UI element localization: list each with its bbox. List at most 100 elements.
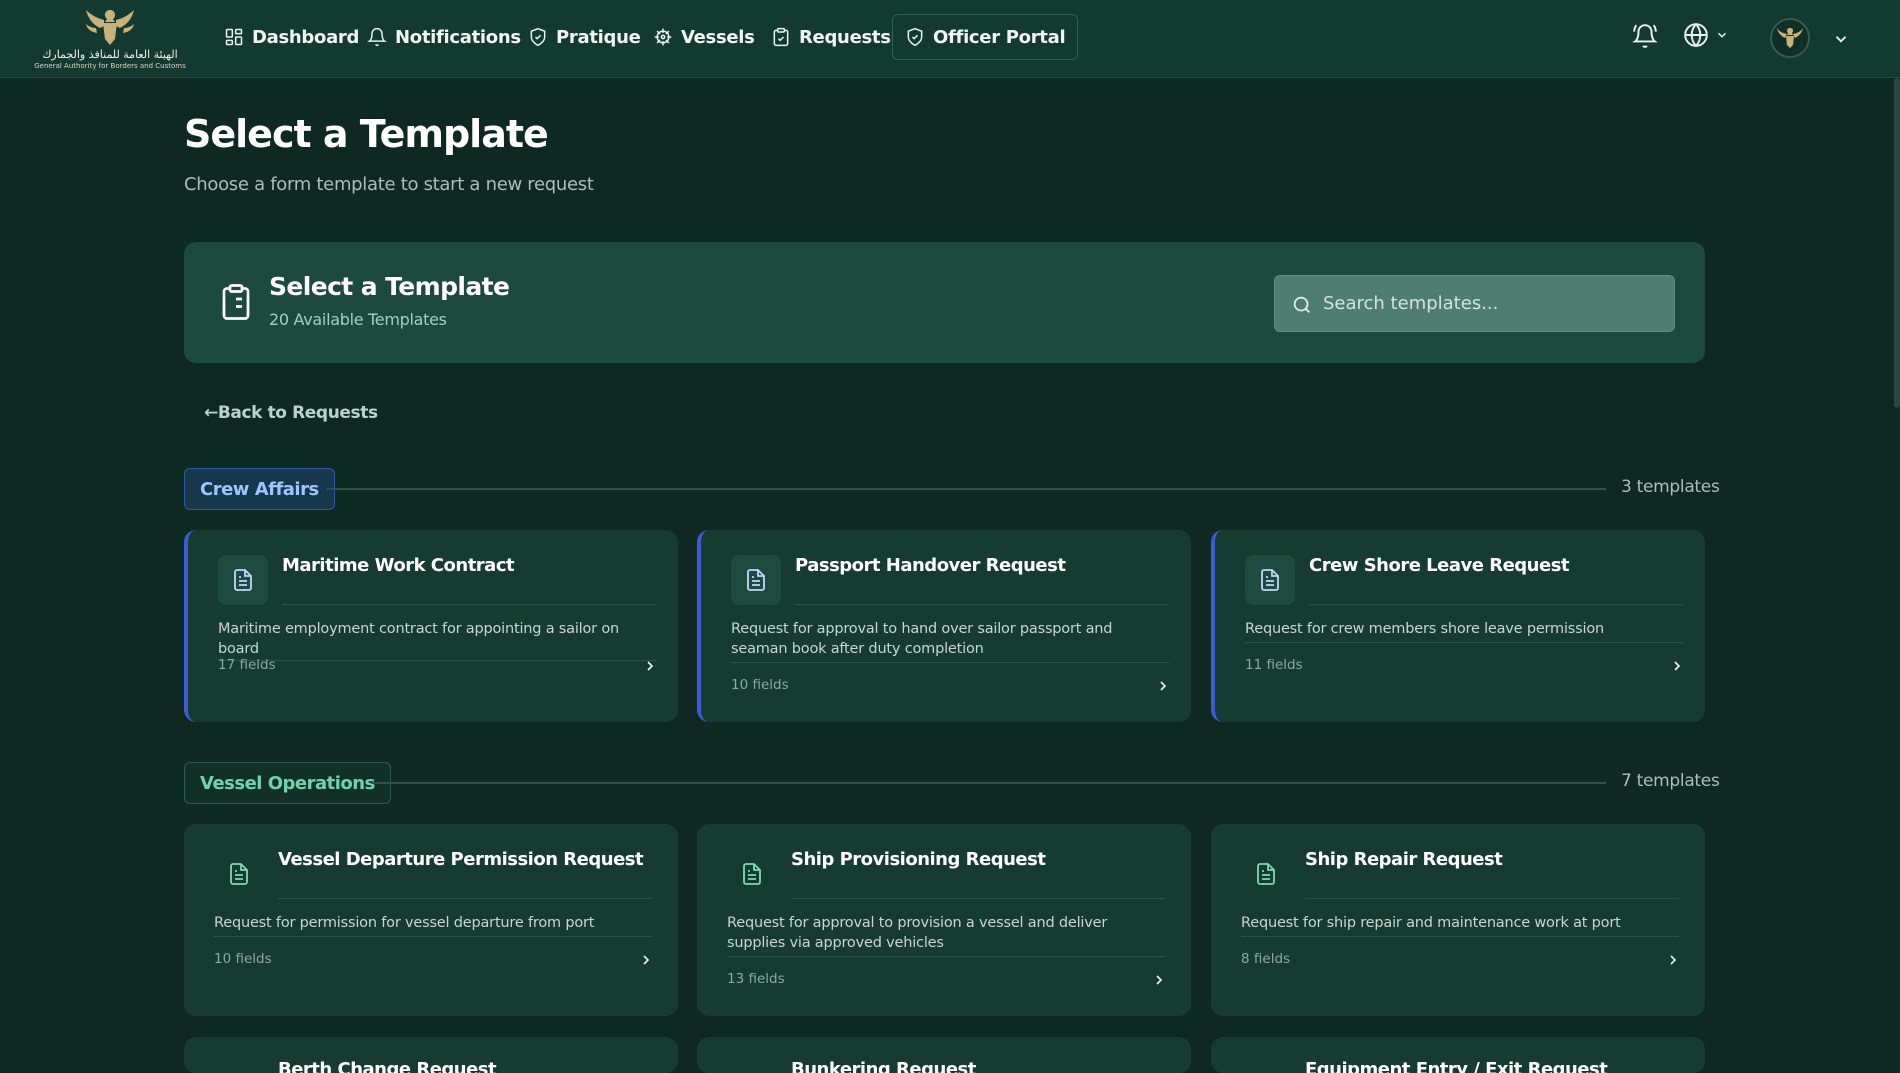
- template-card-maritime-work-contract[interactable]: Maritime Work Contract Maritime employme…: [184, 530, 678, 722]
- brand-arabic-name: الهيئة العامة للمنافذ والجمارك: [42, 48, 178, 61]
- template-description: Request for approval to hand over sailor…: [731, 621, 1113, 657]
- file-text-icon: [1261, 569, 1279, 591]
- template-title: Vessel Departure Permission Request: [278, 849, 644, 870]
- template-description: Request for crew members shore leave per…: [1245, 621, 1604, 637]
- file-text-icon: [747, 569, 765, 591]
- chevron-right-icon: [1670, 955, 1677, 965]
- template-header-card: Select a Template 20 Available Templates: [184, 242, 1705, 363]
- shield-check-icon: [530, 27, 546, 47]
- available-templates-count: 20 Available Templates: [269, 310, 447, 329]
- card-divider: [795, 604, 1169, 605]
- ship-wheel-icon: [654, 28, 672, 46]
- search-box[interactable]: [1274, 275, 1675, 332]
- section-label-vessel-operations: Vessel Operations: [184, 762, 391, 804]
- file-text-icon: [230, 863, 248, 885]
- template-description: Request for approval to provision a vess…: [727, 915, 1108, 951]
- template-icon-wrap: [1245, 555, 1295, 605]
- nav-pratique[interactable]: Pratique: [528, 14, 641, 60]
- template-field-count: 8 fields: [1241, 951, 1291, 967]
- user-menu-chevron-icon[interactable]: [1832, 30, 1850, 48]
- card-divider: [1241, 936, 1679, 937]
- nav-requests[interactable]: Requests: [771, 14, 891, 60]
- template-icon-wrap: [1241, 849, 1291, 899]
- nav-pratique-label: Pratique: [556, 26, 641, 48]
- header-card-title: Select a Template: [269, 272, 510, 301]
- template-icon-wrap: [214, 849, 264, 899]
- section-divider: [327, 488, 1606, 490]
- template-card-crew-shore-leave-request[interactable]: Crew Shore Leave Request Request for cre…: [1211, 530, 1705, 722]
- back-to-requests-link[interactable]: ←Back to Requests: [204, 403, 378, 423]
- chevron-right-icon: [647, 661, 654, 671]
- eagle-emblem-icon: [86, 10, 134, 45]
- search-input[interactable]: [1323, 276, 1663, 331]
- template-description: Request for ship repair and maintenance …: [1241, 915, 1621, 931]
- template-field-count: 13 fields: [727, 971, 785, 987]
- file-text-icon: [1257, 863, 1275, 885]
- section-divider: [371, 782, 1606, 784]
- eagle-emblem-icon: [1777, 28, 1803, 48]
- template-card-equipment-entry-exit-request[interactable]: Equipment Entry / Exit Request: [1211, 1037, 1705, 1073]
- nav-notifications[interactable]: Notifications: [367, 14, 521, 60]
- nav-dashboard[interactable]: Dashboard: [224, 14, 359, 60]
- template-card-bunkering-request[interactable]: Bunkering Request: [697, 1037, 1191, 1073]
- language-switcher[interactable]: [1683, 22, 1729, 48]
- grid-icon: [225, 28, 243, 46]
- template-card-berth-change-request[interactable]: Berth Change Request: [184, 1037, 678, 1073]
- template-title: Bunkering Request: [791, 1059, 976, 1073]
- nav-vessels[interactable]: Vessels: [653, 14, 755, 60]
- file-text-icon: [743, 863, 761, 885]
- template-card-ship-provisioning-request[interactable]: Ship Provisioning Request Request for ap…: [697, 824, 1191, 1016]
- card-divider: [1245, 642, 1683, 643]
- notification-bell-icon[interactable]: [1632, 22, 1658, 50]
- section-count-crew-affairs: 3 templates: [1621, 477, 1720, 497]
- template-description: Request for permission for vessel depart…: [214, 915, 595, 931]
- card-divider: [214, 936, 652, 937]
- chevron-right-icon: [643, 955, 650, 965]
- brand-logo[interactable]: الهيئة العامة للمنافذ والجمارك General A…: [34, 6, 186, 72]
- nav-requests-label: Requests: [799, 26, 891, 48]
- template-card-vessel-departure-permission-request[interactable]: Vessel Departure Permission Request Requ…: [184, 824, 678, 1016]
- card-divider: [278, 898, 652, 899]
- template-icon-wrap: [218, 555, 268, 605]
- brand-english-name: General Authority for Borders and Custom…: [34, 62, 186, 70]
- chevron-right-icon: [1156, 975, 1163, 985]
- user-avatar[interactable]: [1770, 18, 1810, 58]
- template-card-ship-repair-request[interactable]: Ship Repair Request Request for ship rep…: [1211, 824, 1705, 1016]
- chevron-right-icon: [1674, 661, 1681, 671]
- card-divider: [791, 898, 1165, 899]
- template-icon-wrap: [727, 849, 777, 899]
- section-label-crew-affairs: Crew Affairs: [184, 468, 335, 510]
- chevron-right-icon: [1160, 681, 1167, 691]
- template-title: Ship Repair Request: [1305, 849, 1503, 870]
- template-card-passport-handover-request[interactable]: Passport Handover Request Request for ap…: [697, 530, 1191, 722]
- nav-notifications-label: Notifications: [395, 26, 521, 48]
- nav-officer-portal-label: Officer Portal: [933, 26, 1066, 48]
- card-divider: [1305, 898, 1679, 899]
- chevron-down-icon: [1717, 32, 1727, 38]
- nav-officer-portal[interactable]: Officer Portal: [892, 14, 1079, 60]
- template-title: Maritime Work Contract: [282, 555, 515, 576]
- page-title: Select a Template: [184, 112, 549, 156]
- clipboard-list-icon: [222, 284, 250, 320]
- page-scrollbar[interactable]: [1894, 78, 1900, 408]
- card-divider: [218, 660, 656, 661]
- template-title: Ship Provisioning Request: [791, 849, 1046, 870]
- bell-icon: [367, 27, 387, 47]
- file-text-icon: [234, 569, 252, 591]
- template-title: Berth Change Request: [278, 1059, 497, 1073]
- template-title: Crew Shore Leave Request: [1309, 555, 1570, 576]
- card-divider: [727, 956, 1165, 957]
- search-icon: [1293, 296, 1310, 313]
- template-field-count: 11 fields: [1245, 657, 1303, 673]
- clipboard-check-icon: [773, 27, 789, 47]
- page-subtitle: Choose a form template to start a new re…: [184, 174, 594, 195]
- template-description: Maritime employment contract for appoint…: [218, 621, 619, 657]
- card-divider: [731, 662, 1169, 663]
- section-count-vessel-operations: 7 templates: [1621, 771, 1720, 791]
- card-divider: [1309, 604, 1683, 605]
- nav-vessels-label: Vessels: [681, 26, 755, 48]
- template-title: Equipment Entry / Exit Request: [1305, 1059, 1608, 1073]
- shield-check-icon: [907, 27, 923, 47]
- template-field-count: 10 fields: [214, 951, 272, 967]
- template-title: Passport Handover Request: [795, 555, 1066, 576]
